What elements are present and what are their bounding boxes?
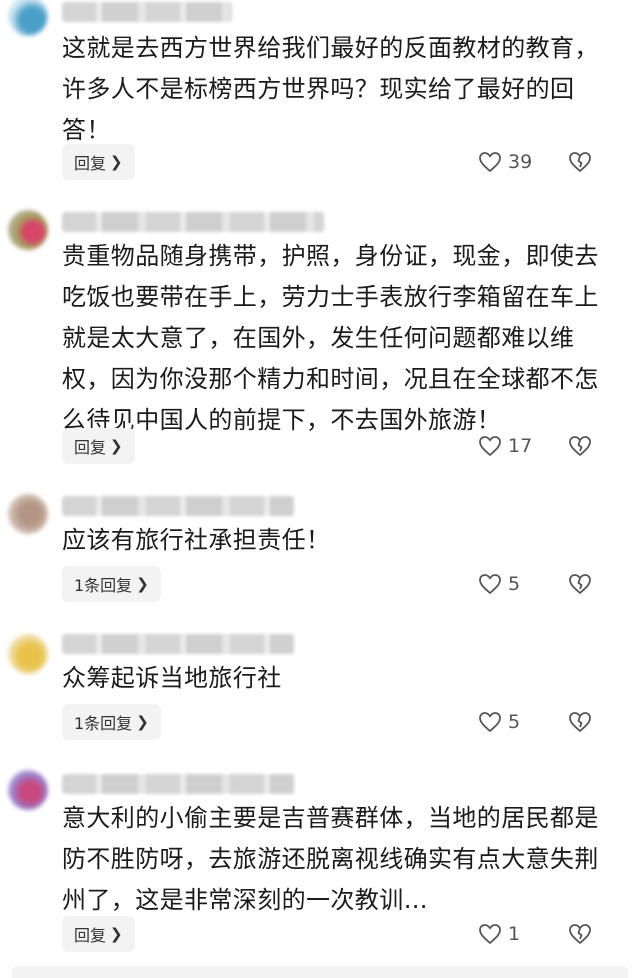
broken-heart-icon[interactable] <box>568 572 592 596</box>
heart-outline-icon <box>479 924 501 945</box>
avatar[interactable] <box>8 210 48 250</box>
reply-label: 1条回复 <box>74 576 133 595</box>
comment-text: 众筹起诉当地旅行社 <box>62 664 282 692</box>
reply-button[interactable]: 回复 ❯ <box>62 144 135 180</box>
broken-heart-icon[interactable] <box>568 710 592 734</box>
chevron-right-icon: ❯ <box>110 153 123 171</box>
chevron-right-icon: ❯ <box>136 575 149 593</box>
broken-heart-icon[interactable] <box>568 922 592 946</box>
avatar[interactable] <box>8 494 48 534</box>
avatar[interactable] <box>8 634 48 674</box>
like-count: 17 <box>508 435 533 457</box>
reply-button[interactable]: 1条回复 ❯ <box>62 566 161 602</box>
like-button[interactable]: 39 <box>478 144 532 180</box>
username-blurred[interactable] <box>62 634 294 654</box>
reply-button[interactable]: 1条回复 ❯ <box>62 704 161 740</box>
like-count: 5 <box>508 573 521 595</box>
chevron-right-icon: ❯ <box>110 925 123 943</box>
username-blurred[interactable] <box>62 496 294 516</box>
reply-label: 1条回复 <box>74 714 133 733</box>
chevron-right-icon: ❯ <box>110 437 123 455</box>
like-button[interactable]: 1 <box>478 916 520 952</box>
broken-heart-icon[interactable] <box>568 150 592 174</box>
reply-button[interactable]: 回复 ❯ <box>62 916 135 952</box>
chevron-right-icon: ❯ <box>136 713 149 731</box>
next-comment-edge <box>12 966 628 978</box>
username-blurred[interactable] <box>62 212 324 232</box>
like-count: 1 <box>508 923 521 945</box>
comment-text: 这就是去西方世界给我们最好的反面教材的教育，许多人不是标榜西方世界吗？现实给了最… <box>62 34 599 144</box>
username-blurred[interactable] <box>62 2 232 22</box>
comment-text: 意大利的小偷主要是吉普赛群体，当地的居民都是防不胜防呀，去旅游还脱离视线确实有点… <box>62 804 599 914</box>
like-count: 39 <box>508 151 533 173</box>
username-blurred[interactable] <box>62 774 294 794</box>
avatar[interactable] <box>8 770 48 810</box>
like-count: 5 <box>508 711 521 733</box>
reply-button[interactable]: 回复 ❯ <box>62 428 135 464</box>
heart-outline-icon <box>479 436 501 457</box>
comment-text: 应该有旅行社承担责任！ <box>62 526 331 554</box>
like-button[interactable]: 17 <box>478 428 532 464</box>
like-button[interactable]: 5 <box>478 704 520 740</box>
heart-outline-icon <box>479 152 501 173</box>
comment-text: 贵重物品随身携带，护照，身份证，现金，即使去吃饭也要带在手上，劳力士手表放行李箱… <box>62 242 599 434</box>
heart-outline-icon <box>479 574 501 595</box>
reply-label: 回复 <box>74 438 107 457</box>
reply-label: 回复 <box>74 154 107 173</box>
heart-outline-icon <box>479 712 501 733</box>
broken-heart-icon[interactable] <box>568 434 592 458</box>
like-button[interactable]: 5 <box>478 566 520 602</box>
reply-label: 回复 <box>74 926 107 945</box>
avatar[interactable] <box>8 0 48 36</box>
